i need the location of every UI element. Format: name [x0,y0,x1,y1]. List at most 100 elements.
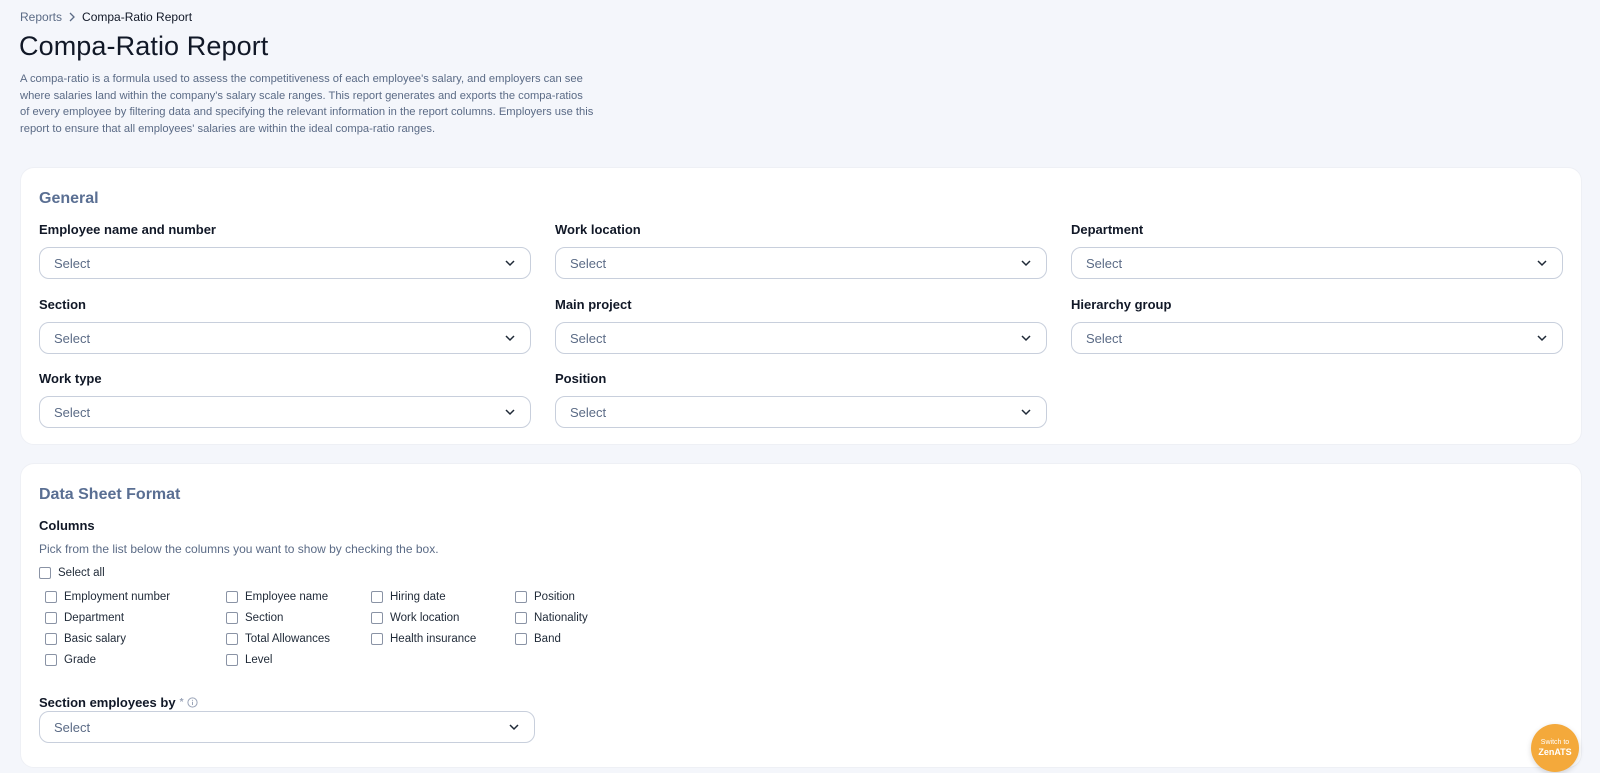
column-checkbox-row[interactable]: Hiring date [371,590,446,604]
section-field: Section Select [39,296,531,354]
column-checkbox-row[interactable]: Total Allowances [226,632,330,646]
chevron-down-icon [504,334,516,342]
column-checkbox-row[interactable]: Basic salary [45,632,126,646]
main-project-field: Main project Select [555,296,1047,354]
checkbox-label: Employee name [245,591,329,603]
field-label: Main project [555,297,632,312]
column-checkbox-row[interactable]: Level [226,653,273,667]
switch-to-zenats-button[interactable]: Switch to ZenATS [1531,724,1579,772]
column-checkbox-row[interactable]: Employment number [45,590,170,604]
column-checkbox-row[interactable]: Section [226,611,283,625]
chevron-down-icon [1020,334,1032,342]
info-icon[interactable] [187,697,199,708]
column-checkbox[interactable] [226,654,238,666]
department-select[interactable]: Select [1071,247,1563,279]
column-checkbox[interactable] [226,591,238,603]
position-select[interactable]: Select [555,396,1047,428]
checkbox-label: Level [245,654,273,666]
chevron-right-icon [68,12,76,22]
checkbox-label: Department [64,612,125,624]
checkbox-label: Work location [390,612,460,624]
column-checkbox-row[interactable]: Department [45,611,124,625]
select-value: Select [54,330,91,346]
section-select[interactable]: Select [39,322,531,354]
data-sheet-format-card: Data Sheet Format Columns Pick from the … [20,463,1582,768]
field-label: Section employees by [39,695,176,710]
breadcrumb: Reports Compa-Ratio Report [20,10,192,24]
field-label: Position [555,371,607,386]
checkbox-label: Select all [58,567,105,579]
column-checkbox-row[interactable]: Work location [371,611,459,625]
column-checkbox[interactable] [45,612,57,624]
switch-button-line1: Switch to [1540,739,1570,746]
columns-label: Columns [39,518,95,533]
field-label: Work location [555,222,641,237]
column-checkbox-row[interactable]: Grade [45,653,96,667]
switch-button-line2: ZenATS [1538,747,1572,757]
checkbox-label: Nationality [534,612,588,624]
column-checkbox-row[interactable]: Employee name [226,590,328,604]
hierarchy-group-field: Hierarchy group Select [1071,296,1563,354]
section-employees-by-select[interactable]: Select [39,711,535,743]
work-location-select[interactable]: Select [555,247,1047,279]
checkbox-label: Basic salary [64,633,126,645]
work-type-select[interactable]: Select [39,396,531,428]
select-value: Select [1086,330,1123,346]
breadcrumb-current: Compa-Ratio Report [82,10,193,24]
column-checkbox[interactable] [45,654,57,666]
select-value: Select [570,330,607,346]
column-checkbox-row[interactable]: Health insurance [371,632,476,646]
field-label: Employee name and number [39,222,216,237]
column-checkbox[interactable] [515,633,527,645]
hierarchy-group-select[interactable]: Select [1071,322,1563,354]
checkbox-label: Grade [64,654,96,666]
checkbox-label: Position [534,591,575,603]
column-checkbox-row[interactable]: Position [515,590,575,604]
select-value: Select [54,719,91,735]
checkbox-label: Hiring date [390,591,446,603]
column-checkbox[interactable] [226,612,238,624]
chevron-down-icon [1020,259,1032,267]
checkbox-label: Band [534,633,561,645]
general-title: General [39,190,99,207]
column-checkbox[interactable] [226,633,238,645]
field-label: Hierarchy group [1071,297,1172,312]
chevron-down-icon [504,259,516,267]
select-all-checkbox[interactable] [39,567,51,579]
select-value: Select [54,255,91,271]
field-label: Section [39,297,86,312]
column-checkbox[interactable] [515,591,527,603]
checkbox-label: Total Allowances [245,633,331,645]
work-type-field: Work type Select [39,370,531,428]
main-project-select[interactable]: Select [555,322,1047,354]
employee-name-select[interactable]: Select [39,247,531,279]
column-checkbox[interactable] [45,633,57,645]
select-all-checkbox-row[interactable]: Select all [39,566,105,580]
column-checkbox[interactable] [371,591,383,603]
select-value: Select [570,255,607,271]
section-employees-by-label: Section employees by * [39,695,199,710]
checkbox-label: Section [245,612,284,624]
column-checkbox[interactable] [515,612,527,624]
employee-name-field: Employee name and number Select [39,221,531,279]
field-label: Department [1071,222,1144,237]
column-checkbox[interactable] [371,633,383,645]
column-checkbox-row[interactable]: Band [515,632,561,646]
checkbox-label: Health insurance [390,633,477,645]
columns-help-text: Pick from the list below the columns you… [39,542,439,556]
select-value: Select [54,404,91,420]
page-title: Compa-Ratio Report [19,31,269,61]
chevron-down-icon [1020,408,1032,416]
column-checkbox[interactable] [371,612,383,624]
breadcrumb-reports-link[interactable]: Reports [20,10,62,24]
section-employees-by-field: Select [39,711,535,743]
column-checkbox[interactable] [45,591,57,603]
page-description: A compa-ratio is a formula used to asses… [20,73,594,135]
department-field: Department Select [1071,221,1563,279]
position-field: Position Select [555,370,1047,428]
chevron-down-icon [1536,334,1548,342]
required-marker: * [179,697,184,708]
column-checkbox-row[interactable]: Nationality [515,611,588,625]
chevron-down-icon [508,723,520,731]
chevron-down-icon [504,408,516,416]
